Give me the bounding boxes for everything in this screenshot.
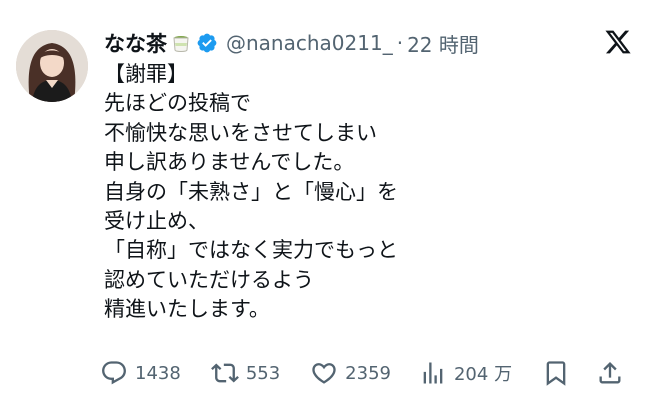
tweet-text-line: 認めていただけるよう — [104, 267, 314, 292]
repost-button[interactable]: 553 — [210, 359, 281, 387]
handle[interactable]: @nanacha0211_ — [226, 31, 393, 55]
tweet-text-line: 申し訳ありませんでした。 — [104, 150, 355, 175]
share-button[interactable] — [596, 359, 624, 387]
views-button[interactable]: 204 万 — [419, 359, 512, 387]
heart-icon — [312, 363, 336, 384]
reply-button[interactable]: 1438 — [100, 359, 181, 387]
tweet-text-line: 先ほどの投稿で — [104, 91, 251, 116]
avatar[interactable] — [16, 30, 88, 102]
tweet-text-line: 受け止め、 — [104, 209, 209, 234]
tweet-text-line: 自身の「未熟さ」と「慢心」を — [104, 179, 398, 204]
views-count: 204 万 — [453, 364, 513, 385]
reply-count: 1438 — [135, 362, 181, 384]
action-bar: 1438 553 2359 204 万 — [100, 357, 624, 389]
repost-icon — [210, 363, 239, 383]
tweet-text: 【謝罪】 先ほどの投稿で 不愉快な思いをさせてしまい 申し訳ありませんでした。 … — [104, 60, 634, 325]
tweet-header: なな茶 @nanacha0211_ · 22 時間 — [104, 28, 479, 58]
display-name[interactable]: なな茶 — [104, 28, 167, 58]
bookmark-icon — [546, 361, 566, 386]
separator-dot: · — [396, 31, 404, 55]
repost-count: 553 — [245, 362, 281, 384]
green-tea-icon — [170, 32, 192, 54]
verified-badge-icon[interactable] — [196, 32, 218, 54]
like-button[interactable]: 2359 — [310, 359, 391, 387]
x-logo-icon[interactable] — [603, 28, 633, 56]
reply-icon — [102, 361, 126, 385]
tweet-text-line: 【謝罪】 — [104, 62, 188, 86]
tweet-text-line: 精進いたします。 — [104, 297, 270, 322]
tweet-text-line: 「自称」ではなく実力でもっと — [104, 238, 398, 263]
timestamp[interactable]: 22 時間 — [407, 29, 479, 58]
avatar-photo — [16, 30, 88, 102]
tweet-text-line: 不愉快な思いをさせてしまい — [104, 120, 377, 145]
bookmark-button[interactable] — [542, 359, 570, 387]
like-count: 2359 — [345, 362, 391, 384]
share-icon — [599, 362, 621, 384]
views-chart-icon — [423, 362, 443, 384]
